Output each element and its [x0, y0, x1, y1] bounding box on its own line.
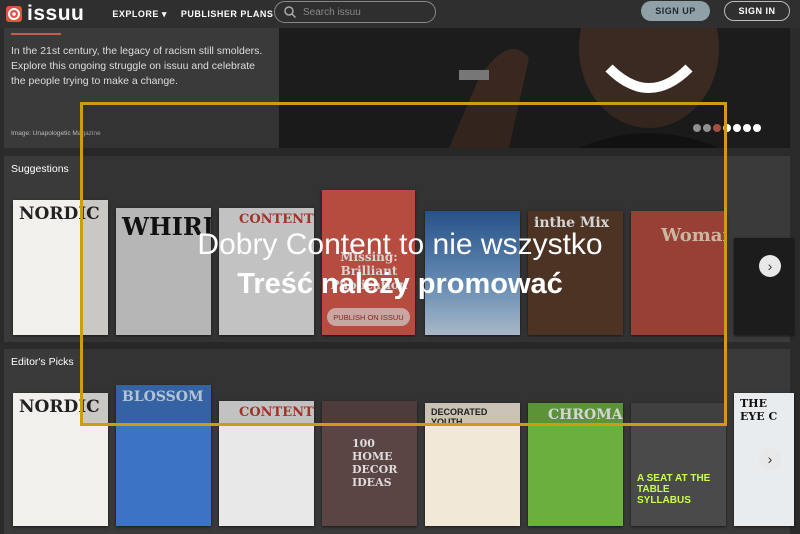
issuu-logo[interactable]: issuu [6, 2, 84, 26]
search-input[interactable] [301, 5, 425, 19]
search-icon [284, 6, 297, 19]
overlay-heading: Dobry Content to nie wszystko [197, 228, 603, 261]
issuu-logo-icon [6, 6, 22, 22]
sign-up-button[interactable]: SIGN UP [641, 1, 710, 21]
suggestions-title: Suggestions [11, 163, 69, 175]
carousel-dot[interactable] [753, 124, 761, 132]
logo-text: issuu [27, 2, 85, 25]
editors-picks-next-arrow-icon[interactable]: › [759, 448, 781, 470]
top-navigation: issuu EXPLORE ▾ PUBLISHER PLANS SIGN UP … [0, 0, 800, 28]
overlay-subheading: Treść należy promować [237, 268, 563, 300]
search-box[interactable] [274, 1, 436, 23]
nav-publisher-plans[interactable]: PUBLISHER PLANS [181, 9, 274, 20]
hero-text: In the 21st century, the legacy of racis… [11, 45, 263, 87]
nav-explore[interactable]: EXPLORE ▾ [112, 9, 167, 20]
promo-overlay-frame [80, 102, 727, 426]
hero-accent-line [11, 33, 61, 35]
carousel-dot[interactable] [743, 124, 751, 132]
carousel-dot[interactable] [733, 124, 741, 132]
sign-in-button[interactable]: SIGN IN [724, 1, 790, 21]
editors-picks-title: Editor's Picks [11, 356, 74, 368]
